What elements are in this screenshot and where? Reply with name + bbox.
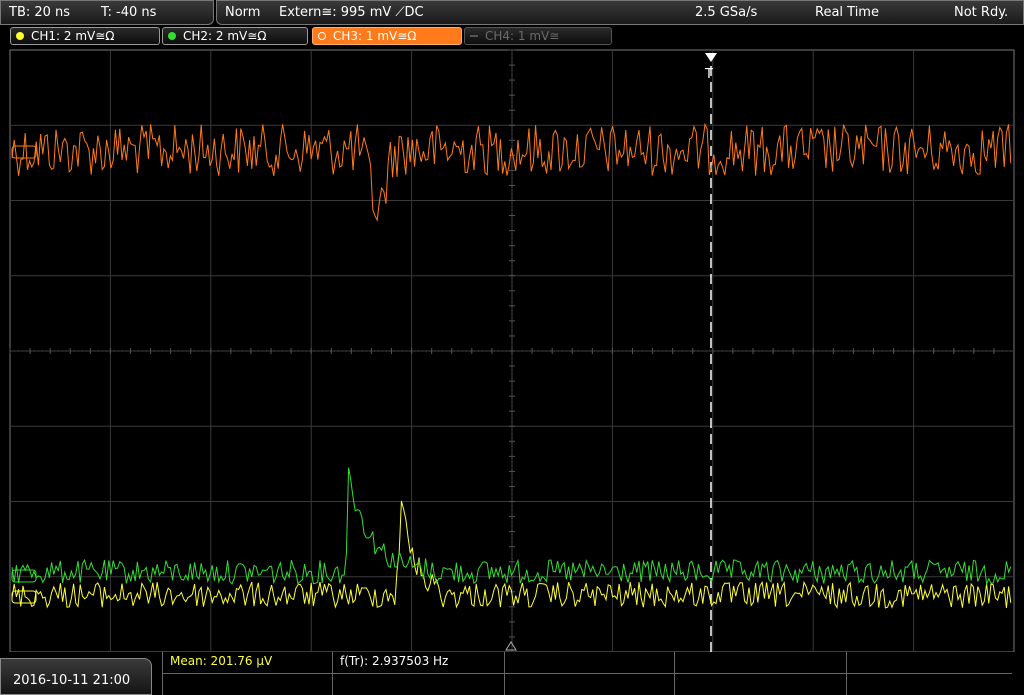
horizontal-position-marker-icon[interactable] [505, 641, 517, 651]
datetime-display: 2016-10-11 21:00 [0, 658, 152, 695]
mean-measurement: Mean: 201.76 µV [170, 654, 273, 668]
divider [162, 652, 163, 695]
trigger-marker-label: T [704, 67, 713, 82]
datetime-value: 2016-10-11 21:00 [13, 673, 131, 688]
divider [332, 652, 333, 695]
channel-2-waveform [11, 467, 1012, 586]
channel-3-waveform [11, 122, 1012, 222]
measurement-row: Mean: 201.76 µV f(Tr): 2.937503 Hz [162, 652, 1012, 674]
waveform-display[interactable]: T [0, 0, 1024, 695]
divider [504, 652, 505, 695]
graticule [9, 49, 1015, 653]
divider [674, 652, 675, 695]
measurement-table[interactable]: Mean: 201.76 µV f(Tr): 2.937503 Hz [162, 652, 1012, 695]
measurement-row [162, 673, 1012, 694]
frequency-measurement: f(Tr): 2.937503 Hz [340, 654, 449, 668]
trigger-position-marker-icon[interactable] [705, 53, 717, 62]
measurement-bar: 2016-10-11 21:00 Mean: 201.76 µV f(Tr): … [0, 652, 1024, 695]
divider [846, 652, 847, 695]
